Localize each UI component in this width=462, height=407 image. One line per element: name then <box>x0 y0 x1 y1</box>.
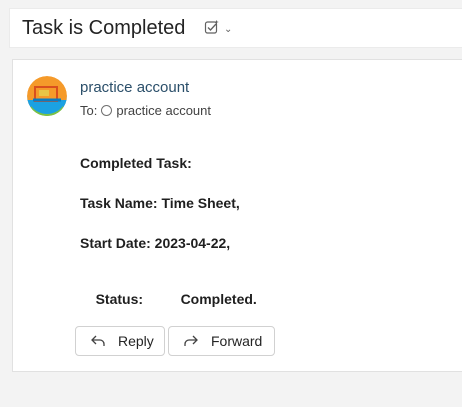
reply-button[interactable]: Reply <box>75 326 165 356</box>
message-card: practice account To: practice account Co… <box>12 59 462 372</box>
body-line-3: Start Date: 2023-04-22, <box>80 235 231 251</box>
email-subject: Task is Completed <box>22 17 186 39</box>
subject-bar: Task is Completed ⌄ <box>9 8 462 48</box>
forward-arrow-icon <box>183 334 199 348</box>
chevron-down-icon[interactable]: ⌄ <box>224 24 232 35</box>
reply-label: Reply <box>118 333 154 349</box>
forward-button[interactable]: Forward <box>168 326 275 356</box>
body-line-2: Task Name: Time Sheet, <box>80 195 240 211</box>
forward-label: Forward <box>211 333 263 349</box>
body-line-1: Completed Task: <box>80 155 192 171</box>
sender-name[interactable]: practice account <box>80 79 189 96</box>
account-avatar-icon[interactable] <box>27 76 67 116</box>
task-summary-icon[interactable] <box>204 19 220 40</box>
body-line-4: Status: Completed. <box>80 275 257 323</box>
recipient-name[interactable]: practice account <box>116 103 211 118</box>
presence-circle-icon <box>101 105 113 116</box>
recipient-line: To: practice account <box>80 103 211 118</box>
to-label: To: <box>80 103 98 118</box>
reply-arrow-icon <box>90 334 106 348</box>
status-value: Completed. <box>180 291 257 307</box>
subject-actions[interactable]: ⌄ <box>204 19 232 40</box>
status-label: Status: <box>95 291 144 307</box>
